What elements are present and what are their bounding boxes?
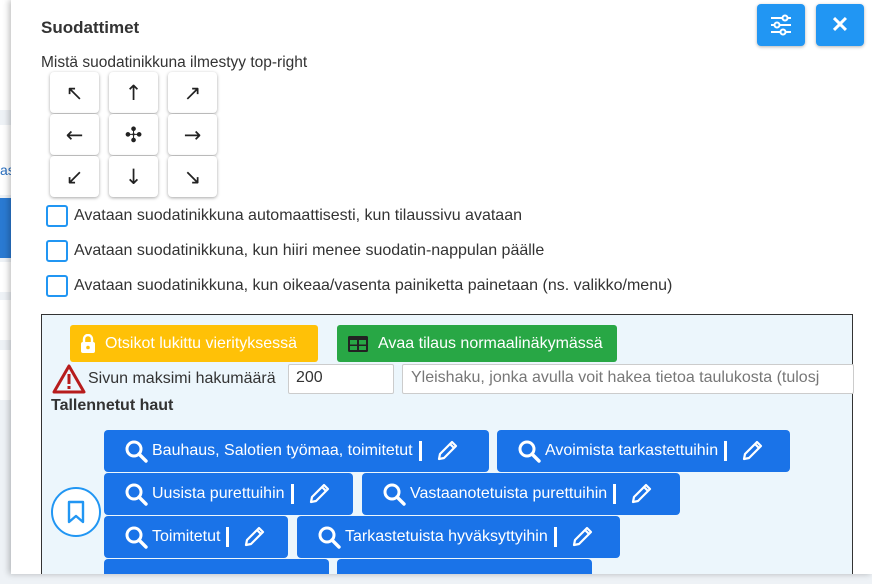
checkbox-menu-open[interactable]: Avataan suodatinikkuna, kun oikeaa/vasen… xyxy=(46,275,672,297)
checkbox[interactable] xyxy=(46,205,68,227)
saved-search-button[interactable]: Tarkastetuista hyväksyttyihin xyxy=(297,516,620,558)
search-icon xyxy=(317,525,341,549)
bookmark-button[interactable] xyxy=(51,487,101,537)
pencil-icon[interactable] xyxy=(434,438,460,464)
saved-search-label: Avoimista tarkastettuihin xyxy=(545,442,719,459)
lock-icon xyxy=(80,333,96,354)
saved-search-button[interactable]: Uusista purettuihin xyxy=(104,473,353,515)
saved-search-button[interactable] xyxy=(337,559,592,574)
saved-search-button[interactable]: Vastaanotetuista purettuihin xyxy=(362,473,680,515)
max-results-label: Sivun maksimi hakumäärä xyxy=(88,370,276,387)
filters-modal: Suodattimet ✕ Mistä suodatinikkuna ilmes… xyxy=(11,0,872,574)
arrow-up-left-button[interactable]: ↖ xyxy=(50,72,99,113)
close-icon: ✕ xyxy=(830,12,850,37)
filter-settings-button[interactable] xyxy=(757,4,805,46)
modal-title: Suodattimet xyxy=(41,18,140,37)
separator xyxy=(226,527,230,547)
pencil-icon[interactable] xyxy=(628,481,654,507)
arrow-down-left-icon: ↙ xyxy=(65,164,84,189)
saved-search-label: Tarkastetuista hyväksyttyihin xyxy=(345,528,548,545)
search-icon xyxy=(124,525,148,549)
checkbox-auto-open[interactable]: Avataan suodatinikkuna automaattisesti, … xyxy=(46,205,522,227)
checkbox-hover-open[interactable]: Avataan suodatinikkuna, kun hiiri menee … xyxy=(46,240,544,262)
arrow-right-icon: → xyxy=(183,122,202,147)
search-panel: Otsikot lukittu vierityksessä Avaa tilau… xyxy=(41,314,854,574)
arrow-down-button[interactable]: ↓ xyxy=(109,156,158,197)
saved-search-label: Vastaanotetuista purettuihin xyxy=(410,485,608,502)
checkbox[interactable] xyxy=(46,240,68,262)
saved-search-label: Uusista purettuihin xyxy=(152,485,285,502)
arrow-right-button[interactable]: → xyxy=(168,114,217,155)
separator xyxy=(724,441,728,461)
saved-search-button[interactable]: Bauhaus, Salotien työmaa, toimitetut xyxy=(104,430,489,472)
checkbox[interactable] xyxy=(46,275,68,297)
checkbox-label: Avataan suodatinikkuna, kun hiiri menee … xyxy=(74,242,545,259)
search-icon xyxy=(517,439,541,463)
arrow-down-left-button[interactable]: ↙ xyxy=(50,156,99,197)
table-icon xyxy=(347,335,369,353)
saved-search-label: Toimitetut xyxy=(152,528,221,545)
arrow-down-right-button[interactable]: ↘ xyxy=(168,156,217,197)
arrow-left-button[interactable]: ← xyxy=(50,114,99,155)
pencil-icon[interactable] xyxy=(569,524,595,550)
arrow-up-icon: ↑ xyxy=(124,80,143,105)
arrow-up-right-button[interactable]: ↗ xyxy=(168,72,217,113)
saved-search-button[interactable]: Toimitetut xyxy=(104,516,288,558)
max-results-row: Sivun maksimi hakumäärä xyxy=(52,363,276,395)
sliders-icon xyxy=(771,14,791,36)
checkbox-label: Avataan suodatinikkuna automaattisesti, … xyxy=(74,207,522,224)
separator xyxy=(613,484,617,504)
arrow-up-button[interactable]: ↑ xyxy=(109,72,158,113)
separator xyxy=(290,484,294,504)
separator xyxy=(553,527,557,547)
search-icon xyxy=(382,482,406,506)
pencil-icon[interactable] xyxy=(241,524,267,550)
separator xyxy=(418,441,422,461)
center-button[interactable]: ✣ xyxy=(109,114,158,155)
open-normal-view-label: Avaa tilaus normaalinäkymässä xyxy=(378,334,603,352)
header-lock-button[interactable]: Otsikot lukittu vierityksessä xyxy=(70,325,318,362)
pencil-icon[interactable] xyxy=(739,438,765,464)
arrow-left-icon: ← xyxy=(65,122,84,147)
search-icon xyxy=(124,439,148,463)
arrow-up-left-icon: ↖ xyxy=(65,80,84,105)
position-label: Mistä suodatinikkuna ilmestyy top-right xyxy=(41,54,308,71)
arrow-down-right-icon: ↘ xyxy=(183,164,202,189)
center-compress-icon: ✣ xyxy=(124,122,143,147)
checkbox-label: Avataan suodatinikkuna, kun oikeaa/vasen… xyxy=(74,277,673,294)
global-search-input[interactable]: Yleishaku, jonka avulla voit hakea tieto… xyxy=(402,364,854,394)
arrow-up-right-icon: ↗ xyxy=(183,80,202,105)
header-lock-label: Otsikot lukittu vierityksessä xyxy=(105,334,298,352)
max-results-input[interactable]: 200 xyxy=(288,364,394,394)
saved-search-button[interactable]: Avoimista tarkastettuihin xyxy=(497,430,790,472)
search-icon xyxy=(124,482,148,506)
warning-icon xyxy=(52,364,86,394)
close-button[interactable]: ✕ xyxy=(816,4,864,46)
arrow-down-icon: ↓ xyxy=(124,164,143,189)
saved-searches-title: Tallennetut haut xyxy=(51,397,174,414)
saved-search-button[interactable] xyxy=(104,559,329,574)
pencil-icon[interactable] xyxy=(306,481,332,507)
open-normal-view-button[interactable]: Avaa tilaus normaalinäkymässä xyxy=(337,325,617,362)
bookmark-icon xyxy=(67,500,85,524)
saved-search-label: Bauhaus, Salotien työmaa, toimitetut xyxy=(152,442,413,459)
